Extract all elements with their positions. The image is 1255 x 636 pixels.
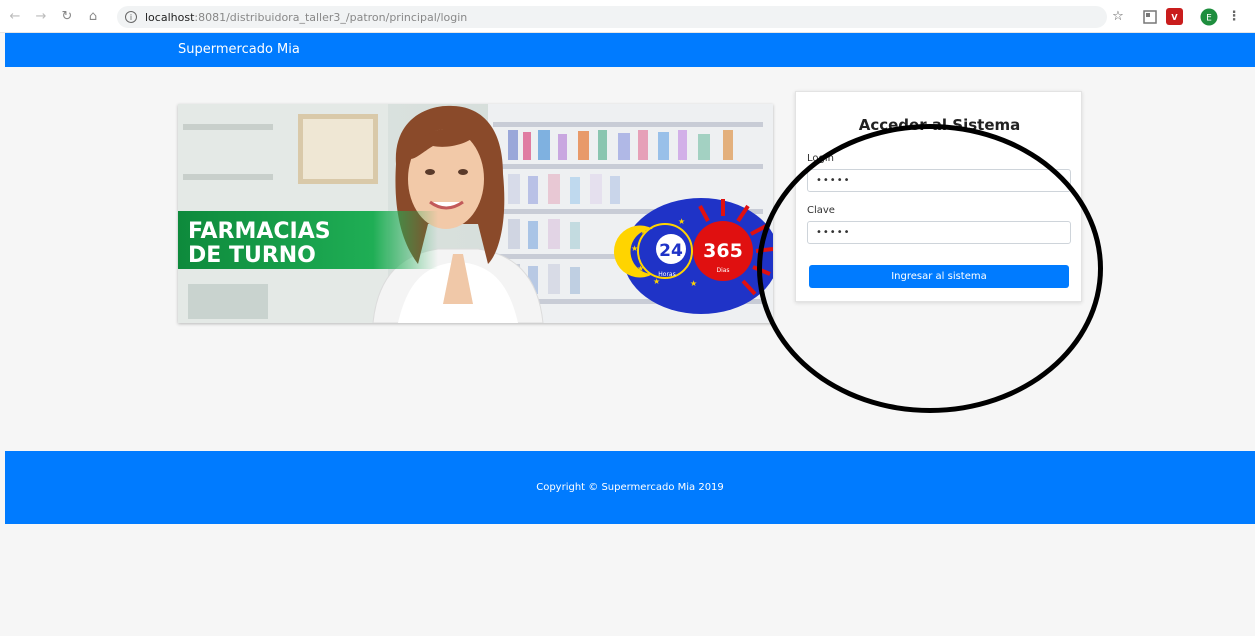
pharmacy-banner: FARMACIAS DE TURNO 24 Horas 365 Dias ★ ★ ★… <box>178 104 773 323</box>
badge-24: 24 <box>659 241 683 261</box>
login-card: Acceder al Sistema Login ••••• Clave •••… <box>795 91 1082 302</box>
ingresar-button[interactable]: Ingresar al sistema <box>809 265 1069 288</box>
banner-title-line2: DE TURNO <box>188 243 316 268</box>
svg-text:★: ★ <box>637 264 644 273</box>
url-path: :8081/distribuidora_taller3_/patron/prin… <box>194 10 468 24</box>
banner-title-line1: FARMACIAS <box>188 219 331 244</box>
address-bar[interactable]: i localhost:8081/distribuidora_taller3_/… <box>117 6 1107 28</box>
badge-24-sub: Horas <box>658 271 675 278</box>
clave-label: Clave <box>807 205 835 216</box>
navbar-brand[interactable]: Supermercado Mia <box>178 42 300 57</box>
svg-text:★: ★ <box>631 244 638 253</box>
login-label: Login <box>807 153 834 164</box>
menu-dots-icon[interactable]: ⋮ <box>1228 8 1241 25</box>
extension-icon[interactable] <box>1142 8 1158 25</box>
star-icon[interactable]: ☆ <box>1110 8 1126 25</box>
svg-text:★: ★ <box>653 277 660 286</box>
url-host: localhost <box>145 10 195 24</box>
back-arrow-icon[interactable]: ← <box>4 5 26 27</box>
top-navbar: Supermercado Mia <box>5 33 1255 67</box>
profile-initial: E <box>1206 13 1212 23</box>
login-title: Acceder al Sistema <box>858 116 1021 134</box>
badge-365-sub: Dias <box>716 267 729 274</box>
svg-text:★: ★ <box>690 279 697 288</box>
browser-toolbar: ← → ↻ ⌂ i localhost:8081/distribuidora_t… <box>0 0 1255 33</box>
banner-graphic: FARMACIAS DE TURNO 24 Horas 365 Dias ★★★… <box>178 104 773 323</box>
profile-avatar[interactable]: E <box>1200 8 1218 25</box>
forward-arrow-icon[interactable]: → <box>30 5 52 27</box>
svg-text:★: ★ <box>678 217 685 226</box>
badge-365: 365 <box>703 240 743 262</box>
info-icon[interactable]: i <box>125 11 137 23</box>
login-input[interactable]: ••••• <box>807 169 1071 192</box>
video-extension-icon[interactable]: V <box>1166 8 1183 25</box>
home-icon[interactable]: ⌂ <box>82 5 104 27</box>
footer-copyright: Copyright © Supermercado Mia 2019 <box>536 482 724 493</box>
footer: Copyright © Supermercado Mia 2019 <box>5 451 1255 524</box>
svg-text:★: ★ <box>640 227 647 236</box>
svg-text:V: V <box>1171 13 1178 22</box>
clave-input[interactable]: ••••• <box>807 221 1071 244</box>
reload-icon[interactable]: ↻ <box>56 5 78 27</box>
